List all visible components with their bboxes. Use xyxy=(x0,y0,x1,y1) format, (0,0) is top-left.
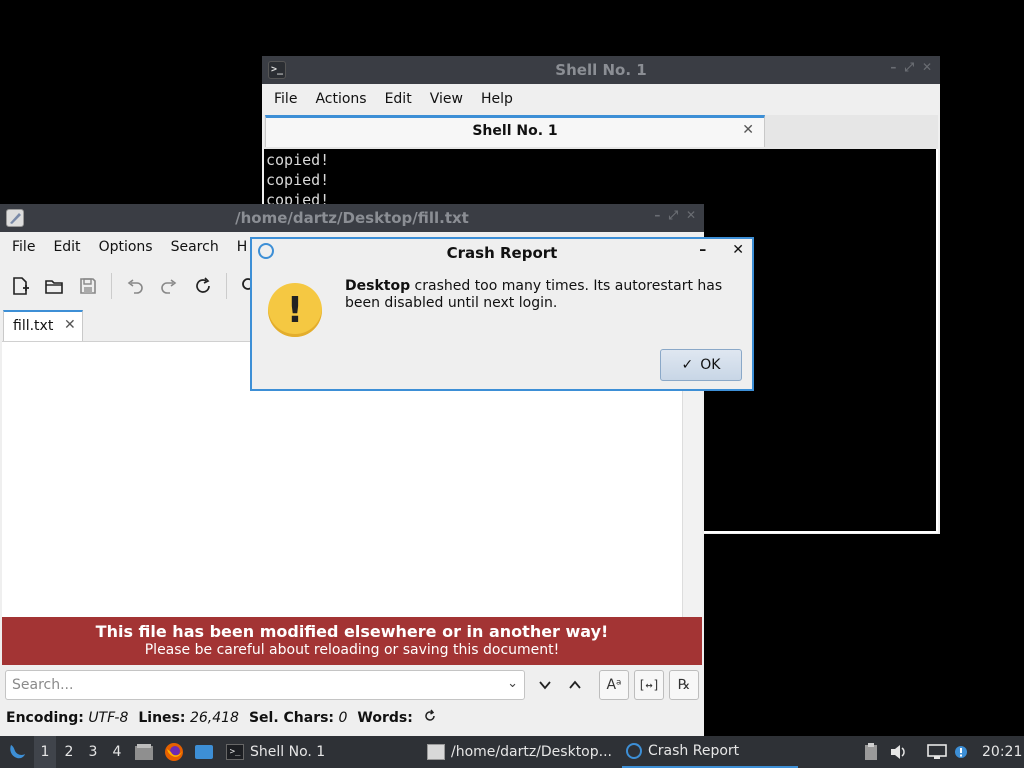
menu-help[interactable]: Help xyxy=(472,85,522,115)
ok-label: OK xyxy=(700,357,721,373)
task-label: Shell No. 1 xyxy=(250,744,326,760)
tab-label: Shell No. 1 xyxy=(472,123,558,139)
lxqt-logo-icon xyxy=(10,745,25,759)
close-icon[interactable]: ✕ xyxy=(922,60,932,75)
tab-shell-1[interactable]: Shell No. 1 ✕ xyxy=(265,115,765,147)
find-previous-button[interactable] xyxy=(560,670,590,700)
firefox-icon[interactable] xyxy=(163,736,185,768)
task-crash-report[interactable]: Crash Report xyxy=(622,736,798,768)
find-next-button[interactable] xyxy=(530,670,560,700)
task-label: Crash Report xyxy=(648,743,740,759)
minimize-icon[interactable]: – xyxy=(654,208,660,223)
match-case-button[interactable]: Aᵃ xyxy=(599,670,629,700)
crash-titlebar[interactable]: Crash Report – ✕ xyxy=(252,239,752,265)
task-editor[interactable]: /home/dartz/Desktop... xyxy=(423,736,616,768)
save-icon[interactable] xyxy=(74,272,102,300)
shell-menubar: File Actions Edit View Help xyxy=(262,85,940,115)
toolbar-separator xyxy=(226,273,227,299)
editor-window-title: /home/dartz/Desktop/fill.txt xyxy=(235,209,469,227)
tab-close-icon[interactable]: ✕ xyxy=(64,317,76,333)
menu-options[interactable]: Options xyxy=(90,233,162,265)
words-label: Words: xyxy=(357,710,413,726)
checkmark-icon: ✓ xyxy=(681,357,694,373)
sel-chars-value: 0 xyxy=(338,710,348,726)
editor-titlebar[interactable]: /home/dartz/Desktop/fill.txt – ⤢ ✕ xyxy=(0,204,704,232)
regex-icon: ℞ xyxy=(677,677,691,693)
crash-report-dialog: Crash Report – ✕ ! Desktop crashed too m… xyxy=(250,237,754,391)
menu-search[interactable]: Search xyxy=(162,233,228,265)
warning-icon: ! xyxy=(268,283,322,337)
ok-button[interactable]: ✓ OK xyxy=(660,349,742,381)
regex-button[interactable]: ℞ xyxy=(669,670,699,700)
terminal-line: copied! xyxy=(266,171,330,189)
refresh-words-icon[interactable] xyxy=(423,709,437,727)
task-shell[interactable]: >_ Shell No. 1 xyxy=(222,736,329,768)
toolbar-separator xyxy=(111,273,112,299)
shell-window-title: Shell No. 1 xyxy=(555,61,647,79)
menu-file[interactable]: File xyxy=(3,233,44,265)
tab-fill-txt[interactable]: fill.txt ✕ xyxy=(3,310,83,344)
minimize-icon[interactable]: – xyxy=(699,242,706,258)
app-logo-icon xyxy=(626,743,642,759)
undo-icon[interactable] xyxy=(121,272,149,300)
file-manager-icon[interactable] xyxy=(133,736,155,768)
menu-actions[interactable]: Actions xyxy=(306,85,375,115)
menu-edit[interactable]: Edit xyxy=(44,233,89,265)
status-bar: Encoding: UTF-8 Lines: 26,418 Sel. Chars… xyxy=(6,709,437,727)
menu-file[interactable]: File xyxy=(265,85,306,115)
menu-edit[interactable]: Edit xyxy=(376,85,421,115)
start-menu-button[interactable] xyxy=(4,736,30,768)
crash-app-name: Desktop xyxy=(345,278,411,294)
taskbar: 1 2 3 4 >_ Shell No. 1 /home/dartz/Deskt… xyxy=(0,736,1024,768)
modified-warning-banner: This file has been modified elsewhere or… xyxy=(2,617,702,665)
whole-word-icon: [↔] xyxy=(638,678,660,692)
close-icon[interactable]: ✕ xyxy=(686,208,696,223)
workspace-2[interactable]: 2 xyxy=(58,736,80,768)
clipboard-icon[interactable] xyxy=(862,736,880,768)
volume-icon[interactable] xyxy=(889,736,909,768)
encoding-value: UTF-8 xyxy=(88,710,129,726)
task-label: /home/dartz/Desktop... xyxy=(451,744,612,760)
terminal-icon: >_ xyxy=(226,744,244,760)
shell-tab-bar: Shell No. 1 ✕ xyxy=(264,115,938,149)
tab-label: fill.txt xyxy=(13,318,54,334)
search-input[interactable]: Search... ⌄ xyxy=(5,670,525,700)
redo-icon[interactable] xyxy=(155,272,183,300)
sel-chars-label: Sel. Chars: xyxy=(248,710,335,726)
editor-toolbar xyxy=(6,266,264,306)
tab-close-icon[interactable]: ✕ xyxy=(742,122,754,138)
chevron-down-icon xyxy=(539,681,551,690)
shell-titlebar[interactable]: >_ Shell No. 1 – ⤢ ✕ xyxy=(262,56,940,84)
crash-message: Desktop crashed too many times. Its auto… xyxy=(345,278,745,312)
close-icon[interactable]: ✕ xyxy=(732,242,744,258)
search-bar: Search... ⌄ Aᵃ [↔] ℞ xyxy=(0,667,704,707)
lines-value: 26,418 xyxy=(189,710,239,726)
maximize-icon[interactable]: ⤢ xyxy=(904,60,914,75)
workspace-1[interactable]: 1 xyxy=(34,736,56,768)
minimize-icon[interactable]: – xyxy=(890,60,896,75)
workspace-3[interactable]: 3 xyxy=(82,736,104,768)
new-file-icon[interactable] xyxy=(6,272,34,300)
terminal-line: copied! xyxy=(266,151,330,169)
open-folder-icon[interactable] xyxy=(40,272,68,300)
encoding-label: Encoding: xyxy=(6,710,84,726)
match-case-icon: Aᵃ xyxy=(606,677,622,693)
warning-title: This file has been modified elsewhere or… xyxy=(95,622,609,641)
chevron-down-icon[interactable]: ⌄ xyxy=(507,676,518,691)
lines-label: Lines: xyxy=(138,710,186,726)
notification-icon[interactable] xyxy=(952,736,970,768)
chevron-up-icon xyxy=(569,680,581,689)
crash-dialog-title: Crash Report xyxy=(446,244,558,262)
warning-subtitle: Please be careful about reloading or sav… xyxy=(144,642,560,658)
workspace-4[interactable]: 4 xyxy=(106,736,128,768)
menu-view[interactable]: View xyxy=(421,85,472,115)
desktop-icon[interactable] xyxy=(193,736,215,768)
whole-word-button[interactable]: [↔] xyxy=(634,670,664,700)
network-icon[interactable] xyxy=(926,736,948,768)
maximize-icon[interactable]: ⤢ xyxy=(668,208,678,223)
clock[interactable]: 20:21 xyxy=(982,736,1022,768)
reload-icon[interactable] xyxy=(189,272,217,300)
search-placeholder: Search... xyxy=(12,677,74,693)
text-editor-icon xyxy=(427,744,445,760)
